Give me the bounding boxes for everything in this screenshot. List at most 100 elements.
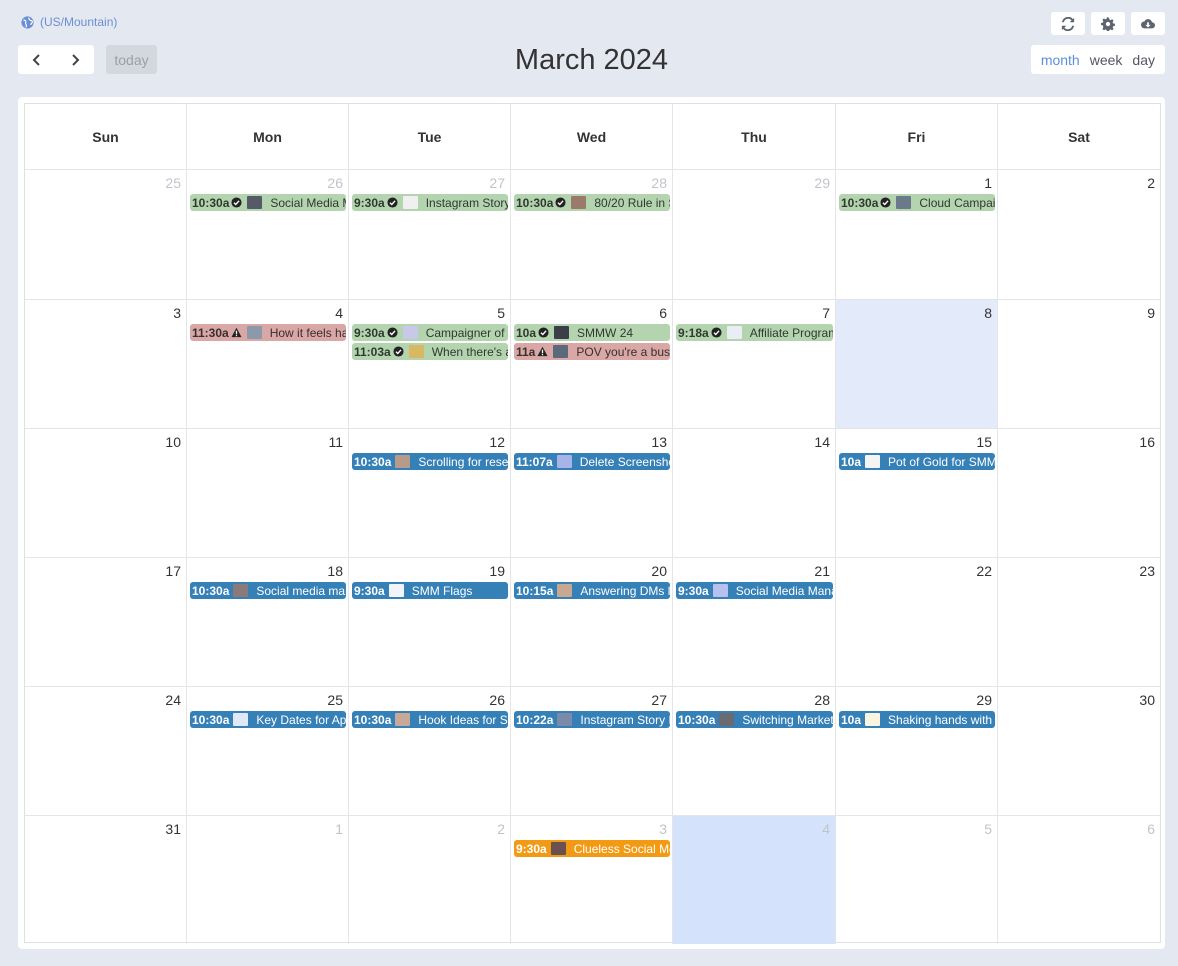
day-number[interactable]: 22 (976, 563, 992, 579)
day-number[interactable]: 11 (328, 434, 343, 450)
view-week-button[interactable]: week (1085, 52, 1128, 68)
day-cell[interactable]: 12 (349, 428, 511, 557)
day-number[interactable]: 4 (822, 821, 830, 837)
calendar-event[interactable]: 10:30a 80/20 Rule in Social Media (514, 194, 670, 211)
day-cell[interactable]: 14 (673, 428, 836, 557)
day-cell[interactable]: 6 (998, 815, 1160, 944)
calendar-event[interactable]: 9:30a Clueless Social Media (514, 840, 670, 857)
day-cell[interactable]: 20 (511, 557, 673, 686)
day-cell[interactable]: 1 (836, 169, 998, 299)
day-cell[interactable]: 19 (349, 557, 511, 686)
day-number[interactable]: 3 (173, 305, 181, 321)
day-cell[interactable]: 6 (511, 299, 673, 428)
day-cell[interactable]: 5 (349, 299, 511, 428)
day-number[interactable]: 21 (814, 563, 830, 579)
day-number[interactable]: 3 (659, 821, 667, 837)
view-month-button[interactable]: month (1036, 52, 1085, 68)
day-number[interactable]: 28 (651, 175, 667, 191)
calendar-event[interactable]: 11:03a When there's a new (352, 343, 508, 360)
day-cell[interactable]: 10 (25, 428, 187, 557)
calendar-event[interactable]: 10a SMMW 24 (514, 324, 670, 341)
calendar-event[interactable]: 10:22a Instagram Story Ideas (514, 711, 670, 728)
day-number[interactable]: 19 (489, 563, 505, 579)
refresh-button[interactable] (1051, 12, 1085, 35)
day-cell[interactable]: 27 (349, 169, 511, 299)
calendar-event[interactable]: 10:30a Social Media Manager (190, 194, 346, 211)
day-cell[interactable]: 4 (673, 815, 836, 944)
day-cell[interactable]: 21 (673, 557, 836, 686)
day-number[interactable]: 27 (489, 175, 505, 191)
calendar-event[interactable]: 10:15a Answering DMs like (514, 582, 670, 599)
day-number[interactable]: 25 (165, 175, 181, 191)
day-number[interactable]: 23 (1139, 563, 1155, 579)
day-cell[interactable]: 29 (836, 686, 998, 815)
calendar-event[interactable]: 10:30a Key Dates for April (190, 711, 346, 728)
day-cell[interactable]: 23 (998, 557, 1160, 686)
day-cell[interactable]: 17 (25, 557, 187, 686)
calendar-event[interactable]: 10a Pot of Gold for SMMs (839, 453, 995, 470)
day-number[interactable]: 2 (497, 821, 505, 837)
settings-button[interactable] (1091, 12, 1125, 35)
calendar-event[interactable]: 9:30a Instagram Story Ideas (352, 194, 508, 211)
day-cell[interactable]: 15 (836, 428, 998, 557)
day-cell[interactable]: 24 (25, 686, 187, 815)
day-cell[interactable]: 9 (998, 299, 1160, 428)
day-number[interactable]: 29 (976, 692, 992, 708)
calendar-event[interactable]: 10a Shaking hands with (839, 711, 995, 728)
day-number[interactable]: 20 (651, 563, 667, 579)
day-cell[interactable]: 18 (187, 557, 349, 686)
day-cell[interactable]: 31 (25, 815, 187, 944)
day-cell[interactable]: 25 (25, 169, 187, 299)
day-number[interactable]: 25 (327, 692, 343, 708)
day-number[interactable]: 28 (814, 692, 830, 708)
day-number[interactable]: 2 (1147, 175, 1155, 191)
day-number[interactable]: 9 (1147, 305, 1155, 321)
day-cell[interactable]: 28 (511, 169, 673, 299)
day-number[interactable]: 6 (1147, 821, 1155, 837)
calendar-event[interactable]: 11a POV you're a business owner (514, 343, 670, 360)
day-number[interactable]: 13 (651, 434, 667, 450)
day-cell[interactable]: 26 (349, 686, 511, 815)
download-button[interactable] (1131, 12, 1165, 35)
day-number[interactable]: 4 (335, 305, 343, 321)
day-cell[interactable]: 29 (673, 169, 836, 299)
calendar-event[interactable]: 9:18a Affiliate Program (676, 324, 833, 341)
day-cell[interactable]: 8 (836, 299, 998, 428)
day-cell[interactable]: 26 (187, 169, 349, 299)
day-cell[interactable]: 16 (998, 428, 1160, 557)
calendar-event[interactable]: 11:30a How it feels having a (190, 324, 346, 341)
calendar-event[interactable]: 10:30a Hook Ideas for Social (352, 711, 508, 728)
day-cell[interactable]: 5 (836, 815, 998, 944)
day-number[interactable]: 29 (814, 175, 830, 191)
day-cell[interactable]: 2 (349, 815, 511, 944)
day-number[interactable]: 12 (489, 434, 505, 450)
timezone-label[interactable]: (US/Mountain) (21, 15, 117, 29)
day-number[interactable]: 6 (659, 305, 667, 321)
calendar-event[interactable]: 10:30a Social media manager (190, 582, 346, 599)
day-number[interactable]: 16 (1139, 434, 1155, 450)
day-cell[interactable]: 28 (673, 686, 836, 815)
day-cell[interactable]: 2 (998, 169, 1160, 299)
day-number[interactable]: 15 (976, 434, 992, 450)
day-number[interactable]: 24 (165, 692, 181, 708)
day-number[interactable]: 30 (1139, 692, 1155, 708)
calendar-event[interactable]: 10:30a Scrolling for research (352, 453, 508, 470)
day-number[interactable]: 26 (489, 692, 505, 708)
day-number[interactable]: 1 (335, 821, 343, 837)
day-number[interactable]: 8 (984, 305, 992, 321)
day-cell[interactable]: 25 (187, 686, 349, 815)
day-number[interactable]: 7 (822, 305, 830, 321)
calendar-event[interactable]: 10:30a Switching Marketing (676, 711, 833, 728)
day-cell[interactable]: 7 (673, 299, 836, 428)
day-cell[interactable]: 1 (187, 815, 349, 944)
day-number[interactable]: 14 (814, 434, 830, 450)
day-cell[interactable]: 3 (511, 815, 673, 944)
day-number[interactable]: 5 (984, 821, 992, 837)
day-cell[interactable]: 4 (187, 299, 349, 428)
calendar-event[interactable]: 11:07a Delete Screenshots (514, 453, 670, 470)
day-number[interactable]: 18 (327, 563, 343, 579)
day-cell[interactable]: 27 (511, 686, 673, 815)
day-cell[interactable]: 3 (25, 299, 187, 428)
day-number[interactable]: 31 (165, 821, 181, 837)
view-day-button[interactable]: day (1127, 52, 1160, 68)
